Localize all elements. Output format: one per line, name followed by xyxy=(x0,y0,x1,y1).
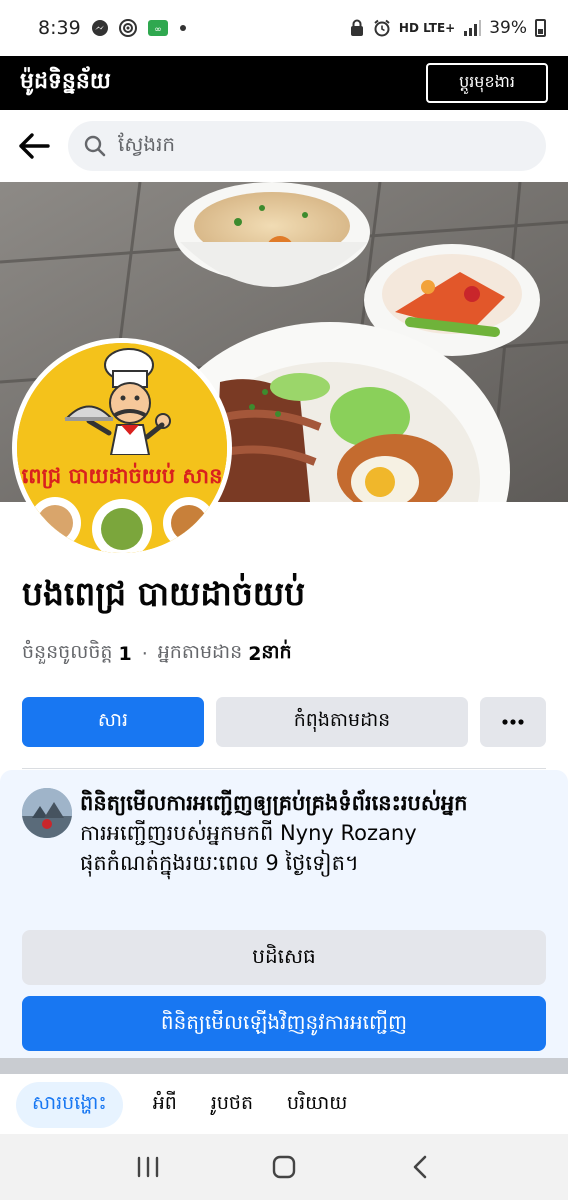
more-options-button[interactable] xyxy=(480,697,546,747)
page-actions: សារ កំពុងតាមដាន xyxy=(22,697,546,747)
system-nav-bar xyxy=(0,1134,568,1200)
invite-message: ពិនិត្យមើលការអញ្ជើញឲ្យគ្រប់គ្រងទំព័រនេះរ… xyxy=(80,788,550,878)
page-tabs: សារបង្ហោះ អំពី រូបថត បរិយាយ xyxy=(0,1074,568,1136)
signal-icon xyxy=(463,20,482,36)
recent-apps-icon xyxy=(137,1156,159,1178)
likes-label: ចំនួនចូលចិត្ត xyxy=(22,641,113,663)
arrow-left-icon xyxy=(19,133,50,159)
search-input[interactable]: ស្វែងរក xyxy=(68,121,546,171)
chevron-left-icon xyxy=(413,1155,427,1179)
alarm-icon xyxy=(373,19,391,37)
following-button[interactable]: កំពុងតាមដាន xyxy=(216,697,468,747)
logo-text: ពេជ្រ បាយដាច់យប់ សាន xyxy=(22,462,223,489)
app-notification-icon: ∞ xyxy=(147,19,169,37)
messenger-icon xyxy=(91,19,109,37)
invite-from: ការអញ្ជើញរបស់អ្នកមកពី Nyny Rozany xyxy=(80,821,417,845)
svg-text:∞: ∞ xyxy=(154,25,162,35)
invite-expiry: ផុតកំណត់ក្នុងរយៈពេល 9 ថ្ងៃទៀត។ xyxy=(80,851,359,875)
back-button[interactable] xyxy=(16,128,52,164)
stats-separator: · xyxy=(141,643,148,665)
battery-icon xyxy=(535,19,546,37)
admin-invite-card: ពិនិត្យមើលការអញ្ជើញឲ្យគ្រប់គ្រងទំព័រនេះរ… xyxy=(0,770,568,1058)
invite-title: ពិនិត្យមើលការអញ្ជើញឲ្យគ្រប់គ្រងទំព័រនេះរ… xyxy=(80,791,468,815)
search-icon xyxy=(84,135,106,157)
dot-icon xyxy=(179,24,187,32)
likes-count: 1 xyxy=(118,643,132,665)
message-button[interactable]: សារ xyxy=(22,697,204,747)
tab-community[interactable]: បរិយាយ xyxy=(283,1082,351,1128)
lock-icon xyxy=(349,19,365,37)
tab-posts[interactable]: សារបង្ហោះ xyxy=(16,1082,123,1128)
page-avatar[interactable]: ពេជ្រ បាយដាច់យប់ សាន xyxy=(12,338,232,558)
page-title: បងពេជ្រ បាយដាច់យប់ xyxy=(22,574,306,613)
home-icon xyxy=(272,1155,296,1179)
back-nav-button[interactable] xyxy=(390,1142,450,1192)
status-bar: 8:39 ∞ HD LTE+ 39% xyxy=(0,0,568,56)
battery-percent: 39% xyxy=(489,18,527,38)
decline-button[interactable]: បដិសេធ xyxy=(22,930,546,985)
data-mode-bar: ម៉ូដទិន្នន័យ ប្ដូរមុខងារ xyxy=(0,56,568,110)
followers-unit: នាក់ xyxy=(261,641,292,663)
recent-apps-button[interactable] xyxy=(118,1142,178,1192)
divider xyxy=(22,768,546,769)
switch-mode-button[interactable]: ប្ដូរមុខងារ xyxy=(426,63,548,103)
search-header: ស្វែងរក xyxy=(0,110,568,182)
section-separator xyxy=(0,1058,568,1074)
tab-photos[interactable]: រូបថត xyxy=(207,1082,257,1128)
home-button[interactable] xyxy=(254,1142,314,1192)
followers-count: 2 xyxy=(248,643,262,665)
more-dots-icon xyxy=(502,719,524,725)
followers-label: អ្នកតាមដាន xyxy=(157,641,243,663)
search-placeholder: ស្វែងរក xyxy=(118,132,176,156)
target-icon xyxy=(118,19,137,37)
review-invite-button[interactable]: ពិនិត្យមើលឡើងវិញនូវការអញ្ជើញ xyxy=(22,996,546,1051)
network-label: HD LTE+ xyxy=(398,21,456,35)
tab-about[interactable]: អំពី xyxy=(149,1082,181,1128)
mode-title: ម៉ូដទិន្នន័យ xyxy=(20,69,111,94)
status-time: 8:39 xyxy=(38,17,81,39)
inviter-avatar[interactable] xyxy=(22,788,72,838)
page-stats: ចំនួនចូលចិត្ត 1 · អ្នកតាមដាន 2 នាក់ xyxy=(22,640,292,668)
